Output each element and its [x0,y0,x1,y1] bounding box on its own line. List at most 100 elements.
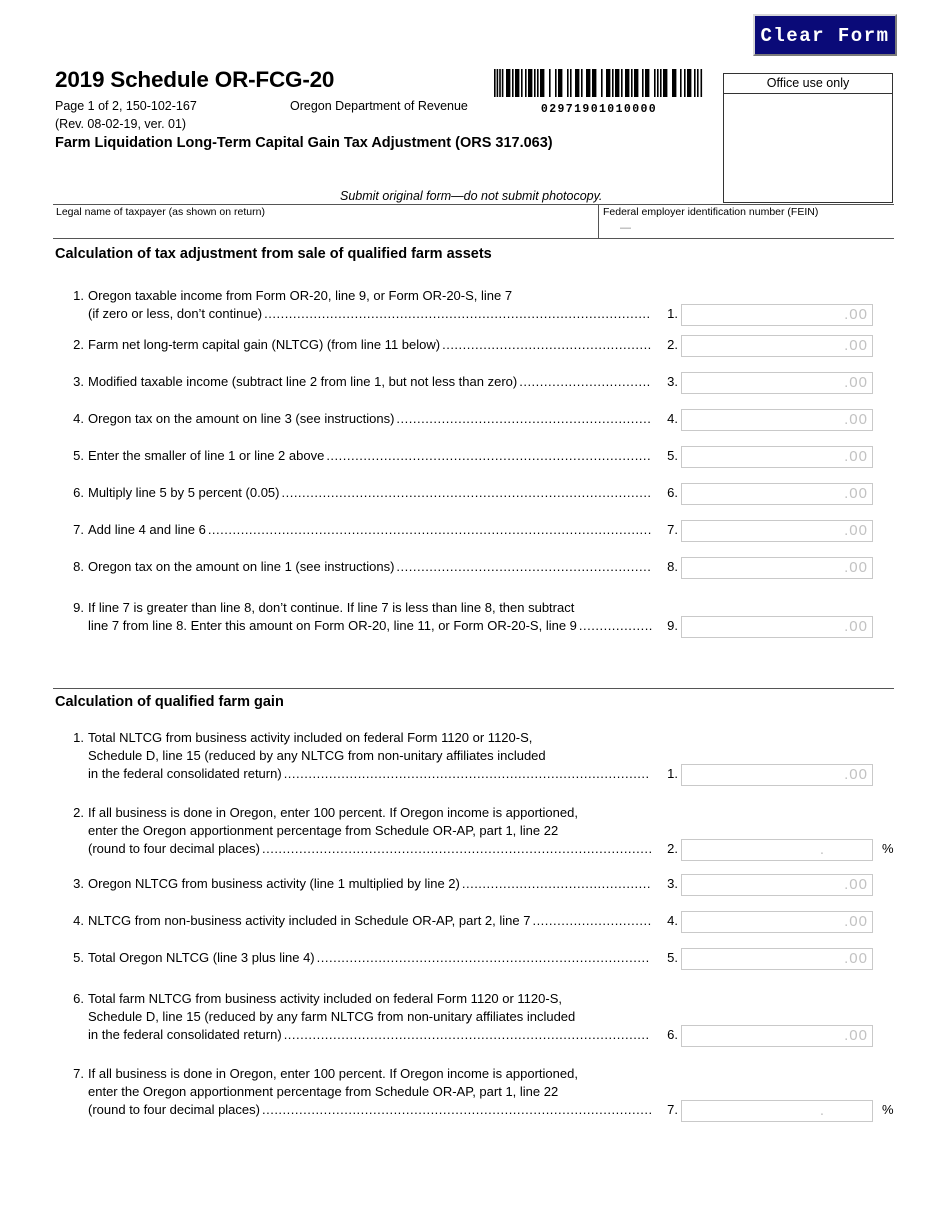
line-number: 9. [73,600,84,615]
line-text: Total NLTCG from business activity inclu… [88,730,533,745]
field-suffix: .00 [844,618,868,635]
amount-input-field[interactable]: .00 [681,520,873,542]
line-number: 5. [73,950,84,965]
barcode-number: 02971901010000 [540,103,658,116]
line-number: 6. [73,991,84,1006]
line-text: in the federal consolidated return) [88,1027,282,1042]
dot-leader: ........................................… [396,411,652,426]
line-text: Total Oregon NLTCG (line 3 plus line 4) [88,950,315,965]
field-suffix: .00 [844,374,868,391]
dot-leader: ........................................… [326,448,652,463]
dot-leader: ........................................… [461,876,652,891]
line-number-right: 2. [667,337,678,352]
dot-leader: ................................ [519,374,651,389]
line-number: 7. [73,1066,84,1081]
line-text: (if zero or less, don’t continue) [88,306,263,321]
section-2-rule [53,688,894,689]
form-subtitle: Farm Liquidation Long-Term Capital Gain … [55,135,553,151]
amount-input-field[interactable]: .00 [681,335,873,357]
section-1-heading: Calculation of tax adjustment from sale … [55,246,492,262]
office-use-only-label: Office use only [724,74,892,94]
line-number-right: 7. [667,1102,678,1117]
dot-leader: ........................................… [207,522,652,537]
line-text: Total farm NLTCG from business activity … [88,991,562,1006]
dot-leader: ............................. [532,913,652,928]
line-number-right: 6. [667,1027,678,1042]
line-text: enter the Oregon apportionment percentag… [88,1084,559,1099]
dot-leader: ........................................… [396,559,652,574]
taxpayer-band-bottom-rule [53,238,894,239]
field-suffix: .00 [844,337,868,354]
line-text: line 7 from line 8. Enter this amount on… [88,618,577,633]
line-number: 3. [73,374,84,389]
line-number-right: 1. [667,766,678,781]
line-number-right: 5. [667,950,678,965]
line-text: Farm net long-term capital gain (NLTCG) … [88,337,441,352]
line-text: enter the Oregon apportionment percentag… [88,823,559,838]
barcode: 02971901010000 [494,69,704,116]
amount-input-field[interactable]: .00 [681,911,873,933]
line-number-right: 5. [667,448,678,463]
line-number-right: 3. [667,876,678,891]
office-use-only-box: Office use only [723,73,893,203]
amount-input-field[interactable]: .00 [681,948,873,970]
dot-leader: ........................................… [261,841,653,856]
amount-input-field[interactable]: .00 [681,483,873,505]
line-text: (round to four decimal places) [88,841,260,856]
field-suffix: .00 [844,559,868,576]
line-number: 7. [73,522,84,537]
amount-input-field[interactable]: .00 [681,557,873,579]
amount-input-field[interactable]: .00 [681,616,873,638]
field-suffix: .00 [844,950,868,967]
line-text: If line 7 is greater than line 8, don’t … [88,600,575,615]
line-number: 4. [73,411,84,426]
taxpayer-band-top-rule [53,204,894,205]
line-text: in the federal consolidated return) [88,766,282,781]
line-number-right: 9. [667,618,678,633]
line-text: If all business is done in Oregon, enter… [88,1066,578,1081]
taxpayer-name-label: Legal name of taxpayer (as shown on retu… [56,206,265,218]
amount-input-field[interactable]: .00 [681,874,873,896]
clear-form-button[interactable]: Clear Form [753,14,897,56]
line-number: 1. [73,288,84,303]
line-number-right: 7. [667,522,678,537]
revision-info: (Rev. 08-02-19, ver. 01) [55,117,187,131]
field-suffix: .00 [844,306,868,323]
line-text: NLTCG from non-business activity include… [88,913,531,928]
line-text: (round to four decimal places) [88,1102,260,1117]
page-title: 2019 Schedule OR-FCG-20 [55,67,335,92]
field-suffix: . [819,1102,824,1119]
line-text: Schedule D, line 15 (reduced by any farm… [88,1009,576,1024]
dot-leader: .................. [578,618,653,633]
line-number-right: 6. [667,485,678,500]
fein-field[interactable]: — [620,222,631,234]
barcode-bars [494,69,703,97]
percent-input-field[interactable]: . [681,839,873,861]
amount-input-field[interactable]: .00 [681,409,873,431]
line-number-right: 8. [667,559,678,574]
line-number-right: 3. [667,374,678,389]
percent-input-field[interactable]: . [681,1100,873,1122]
taxpayer-band-divider [598,204,599,238]
amount-input-field[interactable]: .00 [681,304,873,326]
amount-input-field[interactable]: .00 [681,1025,873,1047]
line-text: Oregon NLTCG from business activity (lin… [88,876,460,891]
page-number-and-form-code: Page 1 of 2, 150-102-167 [55,99,197,113]
line-number: 4. [73,913,84,928]
field-suffix: .00 [844,522,868,539]
percent-sign: % [882,841,894,856]
form-page: Clear Form 02971901010000 Office use onl… [0,0,950,1230]
field-suffix: .00 [844,448,868,465]
amount-input-field[interactable]: .00 [681,446,873,468]
field-suffix: . [819,841,824,858]
line-text: Oregon tax on the amount on line 1 (see … [88,559,395,574]
dot-leader: ........................................… [281,485,652,500]
amount-input-field[interactable]: .00 [681,372,873,394]
line-number: 6. [73,485,84,500]
line-text: Modified taxable income (subtract line 2… [88,374,518,389]
line-number: 3. [73,876,84,891]
dot-leader: ........................................… [264,306,651,321]
dot-leader: ........................................… [261,1102,653,1117]
amount-input-field[interactable]: .00 [681,764,873,786]
dot-leader: ........................................… [442,337,652,352]
